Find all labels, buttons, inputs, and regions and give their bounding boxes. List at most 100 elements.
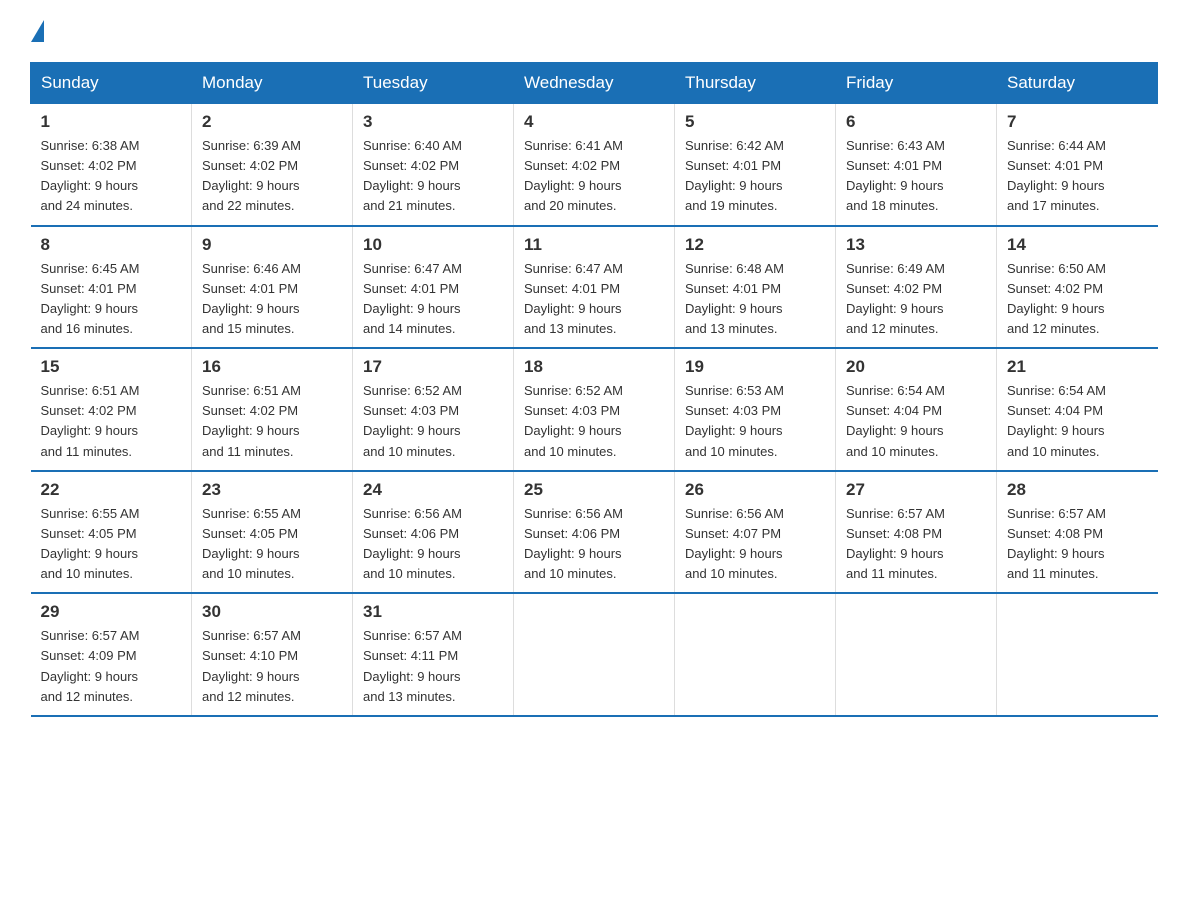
calendar-day-cell: 1 Sunrise: 6:38 AMSunset: 4:02 PMDayligh… bbox=[31, 104, 192, 226]
day-info: Sunrise: 6:54 AMSunset: 4:04 PMDaylight:… bbox=[1007, 383, 1106, 458]
day-info: Sunrise: 6:57 AMSunset: 4:10 PMDaylight:… bbox=[202, 628, 301, 703]
day-info: Sunrise: 6:44 AMSunset: 4:01 PMDaylight:… bbox=[1007, 138, 1106, 213]
calendar-day-cell: 12 Sunrise: 6:48 AMSunset: 4:01 PMDaylig… bbox=[675, 226, 836, 349]
calendar-day-cell: 21 Sunrise: 6:54 AMSunset: 4:04 PMDaylig… bbox=[997, 348, 1158, 471]
week-row-1: 1 Sunrise: 6:38 AMSunset: 4:02 PMDayligh… bbox=[31, 104, 1158, 226]
day-number: 6 bbox=[846, 112, 986, 132]
calendar-day-cell: 13 Sunrise: 6:49 AMSunset: 4:02 PMDaylig… bbox=[836, 226, 997, 349]
calendar-day-cell: 20 Sunrise: 6:54 AMSunset: 4:04 PMDaylig… bbox=[836, 348, 997, 471]
calendar-day-cell: 23 Sunrise: 6:55 AMSunset: 4:05 PMDaylig… bbox=[192, 471, 353, 594]
day-number: 14 bbox=[1007, 235, 1148, 255]
day-number: 17 bbox=[363, 357, 503, 377]
calendar-day-cell: 10 Sunrise: 6:47 AMSunset: 4:01 PMDaylig… bbox=[353, 226, 514, 349]
header-friday: Friday bbox=[836, 63, 997, 104]
day-info: Sunrise: 6:52 AMSunset: 4:03 PMDaylight:… bbox=[363, 383, 462, 458]
calendar-day-cell: 29 Sunrise: 6:57 AMSunset: 4:09 PMDaylig… bbox=[31, 593, 192, 716]
day-info: Sunrise: 6:56 AMSunset: 4:06 PMDaylight:… bbox=[363, 506, 462, 581]
calendar-day-cell: 7 Sunrise: 6:44 AMSunset: 4:01 PMDayligh… bbox=[997, 104, 1158, 226]
day-number: 18 bbox=[524, 357, 664, 377]
calendar-day-cell: 19 Sunrise: 6:53 AMSunset: 4:03 PMDaylig… bbox=[675, 348, 836, 471]
day-info: Sunrise: 6:46 AMSunset: 4:01 PMDaylight:… bbox=[202, 261, 301, 336]
day-number: 20 bbox=[846, 357, 986, 377]
calendar-day-cell bbox=[836, 593, 997, 716]
day-number: 15 bbox=[41, 357, 182, 377]
day-info: Sunrise: 6:42 AMSunset: 4:01 PMDaylight:… bbox=[685, 138, 784, 213]
calendar-day-cell: 4 Sunrise: 6:41 AMSunset: 4:02 PMDayligh… bbox=[514, 104, 675, 226]
day-number: 10 bbox=[363, 235, 503, 255]
day-number: 24 bbox=[363, 480, 503, 500]
day-info: Sunrise: 6:57 AMSunset: 4:08 PMDaylight:… bbox=[1007, 506, 1106, 581]
day-info: Sunrise: 6:55 AMSunset: 4:05 PMDaylight:… bbox=[41, 506, 140, 581]
day-info: Sunrise: 6:57 AMSunset: 4:09 PMDaylight:… bbox=[41, 628, 140, 703]
day-number: 29 bbox=[41, 602, 182, 622]
calendar-day-cell: 9 Sunrise: 6:46 AMSunset: 4:01 PMDayligh… bbox=[192, 226, 353, 349]
day-info: Sunrise: 6:52 AMSunset: 4:03 PMDaylight:… bbox=[524, 383, 623, 458]
day-info: Sunrise: 6:39 AMSunset: 4:02 PMDaylight:… bbox=[202, 138, 301, 213]
day-number: 12 bbox=[685, 235, 825, 255]
week-row-3: 15 Sunrise: 6:51 AMSunset: 4:02 PMDaylig… bbox=[31, 348, 1158, 471]
week-row-5: 29 Sunrise: 6:57 AMSunset: 4:09 PMDaylig… bbox=[31, 593, 1158, 716]
calendar-day-cell bbox=[675, 593, 836, 716]
calendar-day-cell bbox=[997, 593, 1158, 716]
day-number: 22 bbox=[41, 480, 182, 500]
day-info: Sunrise: 6:56 AMSunset: 4:07 PMDaylight:… bbox=[685, 506, 784, 581]
calendar-day-cell: 28 Sunrise: 6:57 AMSunset: 4:08 PMDaylig… bbox=[997, 471, 1158, 594]
calendar-day-cell: 6 Sunrise: 6:43 AMSunset: 4:01 PMDayligh… bbox=[836, 104, 997, 226]
week-row-2: 8 Sunrise: 6:45 AMSunset: 4:01 PMDayligh… bbox=[31, 226, 1158, 349]
calendar-day-cell: 14 Sunrise: 6:50 AMSunset: 4:02 PMDaylig… bbox=[997, 226, 1158, 349]
day-info: Sunrise: 6:54 AMSunset: 4:04 PMDaylight:… bbox=[846, 383, 945, 458]
calendar-day-cell: 30 Sunrise: 6:57 AMSunset: 4:10 PMDaylig… bbox=[192, 593, 353, 716]
day-number: 27 bbox=[846, 480, 986, 500]
day-info: Sunrise: 6:57 AMSunset: 4:08 PMDaylight:… bbox=[846, 506, 945, 581]
day-info: Sunrise: 6:49 AMSunset: 4:02 PMDaylight:… bbox=[846, 261, 945, 336]
week-row-4: 22 Sunrise: 6:55 AMSunset: 4:05 PMDaylig… bbox=[31, 471, 1158, 594]
page-header bbox=[30, 20, 1158, 42]
day-info: Sunrise: 6:47 AMSunset: 4:01 PMDaylight:… bbox=[363, 261, 462, 336]
day-info: Sunrise: 6:47 AMSunset: 4:01 PMDaylight:… bbox=[524, 261, 623, 336]
day-info: Sunrise: 6:56 AMSunset: 4:06 PMDaylight:… bbox=[524, 506, 623, 581]
calendar-day-cell: 27 Sunrise: 6:57 AMSunset: 4:08 PMDaylig… bbox=[836, 471, 997, 594]
header-tuesday: Tuesday bbox=[353, 63, 514, 104]
day-number: 16 bbox=[202, 357, 342, 377]
calendar-table: SundayMondayTuesdayWednesdayThursdayFrid… bbox=[30, 62, 1158, 717]
day-number: 3 bbox=[363, 112, 503, 132]
calendar-day-cell: 22 Sunrise: 6:55 AMSunset: 4:05 PMDaylig… bbox=[31, 471, 192, 594]
day-number: 26 bbox=[685, 480, 825, 500]
day-number: 19 bbox=[685, 357, 825, 377]
calendar-day-cell: 2 Sunrise: 6:39 AMSunset: 4:02 PMDayligh… bbox=[192, 104, 353, 226]
day-info: Sunrise: 6:40 AMSunset: 4:02 PMDaylight:… bbox=[363, 138, 462, 213]
header-wednesday: Wednesday bbox=[514, 63, 675, 104]
day-number: 5 bbox=[685, 112, 825, 132]
day-number: 9 bbox=[202, 235, 342, 255]
header-sunday: Sunday bbox=[31, 63, 192, 104]
day-number: 4 bbox=[524, 112, 664, 132]
day-number: 7 bbox=[1007, 112, 1148, 132]
day-info: Sunrise: 6:51 AMSunset: 4:02 PMDaylight:… bbox=[41, 383, 140, 458]
day-info: Sunrise: 6:57 AMSunset: 4:11 PMDaylight:… bbox=[363, 628, 462, 703]
day-number: 2 bbox=[202, 112, 342, 132]
day-info: Sunrise: 6:38 AMSunset: 4:02 PMDaylight:… bbox=[41, 138, 140, 213]
calendar-day-cell: 25 Sunrise: 6:56 AMSunset: 4:06 PMDaylig… bbox=[514, 471, 675, 594]
day-number: 21 bbox=[1007, 357, 1148, 377]
calendar-day-cell: 5 Sunrise: 6:42 AMSunset: 4:01 PMDayligh… bbox=[675, 104, 836, 226]
calendar-day-cell: 16 Sunrise: 6:51 AMSunset: 4:02 PMDaylig… bbox=[192, 348, 353, 471]
calendar-day-cell: 31 Sunrise: 6:57 AMSunset: 4:11 PMDaylig… bbox=[353, 593, 514, 716]
day-info: Sunrise: 6:45 AMSunset: 4:01 PMDaylight:… bbox=[41, 261, 140, 336]
calendar-day-cell: 11 Sunrise: 6:47 AMSunset: 4:01 PMDaylig… bbox=[514, 226, 675, 349]
day-info: Sunrise: 6:50 AMSunset: 4:02 PMDaylight:… bbox=[1007, 261, 1106, 336]
day-number: 11 bbox=[524, 235, 664, 255]
weekday-header-row: SundayMondayTuesdayWednesdayThursdayFrid… bbox=[31, 63, 1158, 104]
day-number: 28 bbox=[1007, 480, 1148, 500]
calendar-day-cell: 17 Sunrise: 6:52 AMSunset: 4:03 PMDaylig… bbox=[353, 348, 514, 471]
day-number: 25 bbox=[524, 480, 664, 500]
day-info: Sunrise: 6:53 AMSunset: 4:03 PMDaylight:… bbox=[685, 383, 784, 458]
logo bbox=[30, 20, 44, 42]
calendar-day-cell: 8 Sunrise: 6:45 AMSunset: 4:01 PMDayligh… bbox=[31, 226, 192, 349]
day-number: 31 bbox=[363, 602, 503, 622]
day-info: Sunrise: 6:48 AMSunset: 4:01 PMDaylight:… bbox=[685, 261, 784, 336]
header-monday: Monday bbox=[192, 63, 353, 104]
day-number: 8 bbox=[41, 235, 182, 255]
logo-triangle-icon bbox=[31, 20, 44, 42]
header-saturday: Saturday bbox=[997, 63, 1158, 104]
day-number: 23 bbox=[202, 480, 342, 500]
